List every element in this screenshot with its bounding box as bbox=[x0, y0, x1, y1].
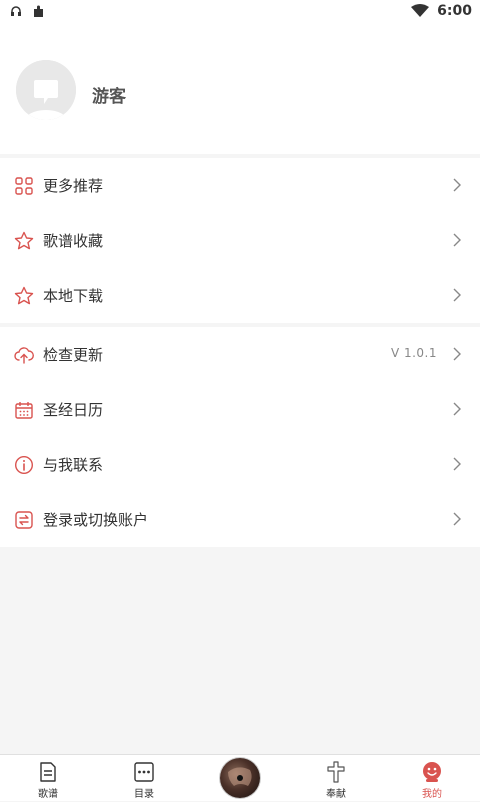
nav-tab-catalog[interactable]: 目录 bbox=[96, 755, 192, 801]
switch-account-icon bbox=[15, 511, 33, 529]
puzzle-icon bbox=[34, 5, 43, 17]
nav-label: 我的 bbox=[422, 789, 442, 800]
menu-item-label: 圣经日历 bbox=[43, 401, 104, 419]
menu-item-contact-us[interactable]: 与我联系 bbox=[0, 437, 480, 492]
menu-item-label: 更多推荐 bbox=[43, 177, 104, 195]
nav-tab-mine[interactable]: 我的 bbox=[384, 755, 480, 801]
info-icon bbox=[14, 455, 34, 475]
status-bar: 6:00 bbox=[0, 0, 480, 24]
star-icon bbox=[14, 231, 34, 250]
menu-item-label: 本地下载 bbox=[43, 287, 104, 305]
star-icon bbox=[14, 286, 34, 305]
wifi-icon bbox=[411, 4, 430, 17]
chevron-right-icon bbox=[453, 457, 461, 471]
chevron-right-icon bbox=[453, 288, 461, 302]
menu-dots-icon bbox=[134, 762, 154, 782]
profile-header[interactable]: 游客 bbox=[0, 24, 480, 154]
menu-item-bible-calendar[interactable]: 圣经日历 bbox=[0, 382, 480, 437]
avatar[interactable] bbox=[16, 60, 76, 120]
nav-label: 目录 bbox=[134, 789, 154, 800]
nav-tab-offering[interactable]: 奉献 bbox=[288, 755, 384, 801]
headset-icon bbox=[11, 6, 21, 16]
calendar-icon bbox=[15, 402, 33, 419]
grid-icon bbox=[15, 177, 33, 195]
chevron-right-icon bbox=[453, 178, 461, 192]
menu-item-label: 歌谱收藏 bbox=[43, 232, 104, 250]
menu-section-1: 更多推荐 歌谱收藏 本地下载 bbox=[0, 158, 480, 323]
nav-tab-songs[interactable]: 歌谱 bbox=[0, 755, 96, 801]
menu-item-check-update[interactable]: 检查更新 V 1.0.1 bbox=[0, 327, 480, 382]
username[interactable]: 游客 bbox=[92, 82, 126, 107]
album-disc-icon[interactable] bbox=[220, 758, 260, 798]
version-text: V 1.0.1 bbox=[390, 346, 437, 360]
menu-item-label: 检查更新 bbox=[43, 346, 104, 364]
chevron-right-icon bbox=[453, 402, 461, 416]
chevron-right-icon bbox=[453, 512, 461, 526]
chevron-right-icon bbox=[453, 233, 461, 247]
menu-item-local-downloads[interactable]: 本地下载 bbox=[0, 268, 480, 323]
menu-item-switch-account[interactable]: 登录或切换账户 bbox=[0, 492, 480, 547]
status-time: 6:00 bbox=[437, 3, 472, 19]
menu-section-2: 检查更新 V 1.0.1 圣经日历 与我联系 登录或切换账户 bbox=[0, 327, 480, 547]
document-icon bbox=[40, 762, 56, 782]
mascot-icon bbox=[423, 762, 441, 782]
menu-item-song-favorites[interactable]: 歌谱收藏 bbox=[0, 213, 480, 268]
cloud-upload-icon bbox=[14, 347, 34, 364]
menu-item-label: 与我联系 bbox=[43, 456, 104, 474]
chevron-right-icon bbox=[453, 347, 461, 361]
nav-label: 歌谱 bbox=[38, 789, 58, 800]
menu-item-more-recommendations[interactable]: 更多推荐 bbox=[0, 158, 480, 213]
menu-item-label: 登录或切换账户 bbox=[43, 511, 149, 529]
cross-icon bbox=[327, 761, 345, 783]
nav-label: 奉献 bbox=[326, 789, 346, 800]
